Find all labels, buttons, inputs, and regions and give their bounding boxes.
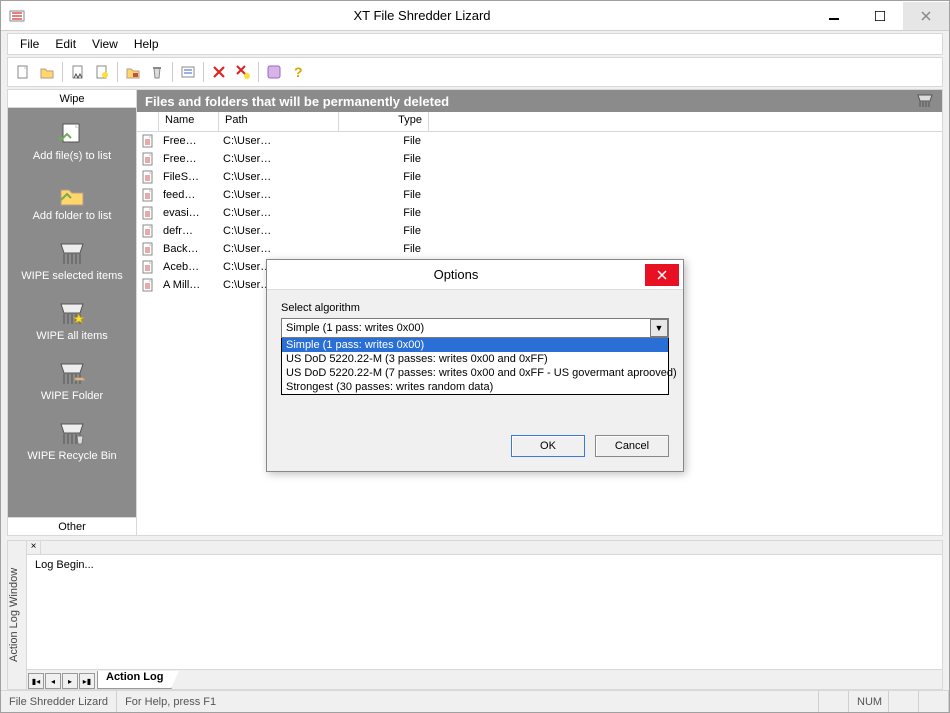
algorithm-label: Select algorithm <box>281 302 669 314</box>
algorithm-option[interactable]: US DoD 5220.22-M (3 passes: writes 0x00 … <box>282 352 668 366</box>
chevron-down-icon[interactable]: ▼ <box>650 319 668 337</box>
algorithm-option[interactable]: Strongest (30 passes: writes random data… <box>282 380 668 394</box>
dialog-title: Options <box>267 267 645 282</box>
algorithm-dropdown[interactable]: Simple (1 pass: writes 0x00)US DoD 5220.… <box>281 338 669 395</box>
cancel-button[interactable]: Cancel <box>595 435 669 457</box>
dialog-overlay: Options Select algorithm Simple (1 pass:… <box>1 1 949 712</box>
ok-button[interactable]: OK <box>511 435 585 457</box>
options-dialog: Options Select algorithm Simple (1 pass:… <box>266 259 684 472</box>
algorithm-combo[interactable]: Simple (1 pass: writes 0x00) ▼ <box>281 318 669 338</box>
algorithm-value: Simple (1 pass: writes 0x00) <box>286 322 424 334</box>
algorithm-option[interactable]: Simple (1 pass: writes 0x00) <box>282 338 668 352</box>
app-window: XT File Shredder Lizard File Edit View H… <box>0 0 950 713</box>
algorithm-option[interactable]: US DoD 5220.22-M (7 passes: writes 0x00 … <box>282 366 668 380</box>
dialog-close-button[interactable] <box>645 264 679 286</box>
